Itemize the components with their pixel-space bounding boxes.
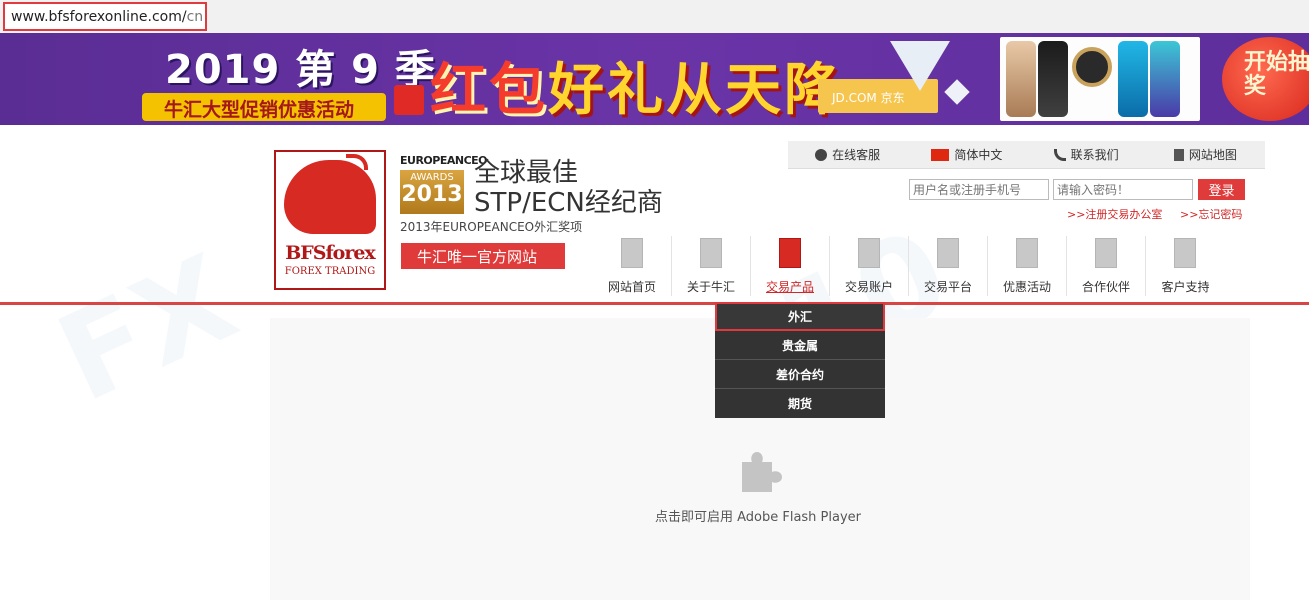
top-links-bar: 在线客服 简体中文 联系我们 网站地图 [788,141,1265,169]
password-input[interactable] [1053,179,1193,200]
nav-label: 交易账户 [844,280,893,294]
bull-icon [700,238,722,268]
dropdown-item-futures[interactable]: 期货 [715,389,885,418]
bull-icon [858,238,880,268]
diamond-icon [890,41,950,91]
logo-tagline: FOREX TRADING [284,266,376,277]
nav-label: 网站首页 [607,280,656,294]
china-flag-icon [931,148,950,161]
banner-subtitle: 牛汇大型促销优惠活动 [142,93,386,121]
address-bar: www.bfsforexonline.com/cn [0,0,1309,33]
bull-logo-icon [284,160,376,234]
bull-icon [779,238,801,268]
banner-headline-red: 红包 [430,58,548,123]
phone-black-icon [1038,41,1068,117]
dropdown-item-forex[interactable]: 外汇 [715,302,885,331]
register-link[interactable]: >>注册交易办公室 [1067,206,1162,222]
award-badge: AWARDS 2013 [400,170,464,214]
nav-label: 交易平台 [923,280,972,294]
forgot-password-link[interactable]: >>忘记密码 [1180,206,1242,222]
watch-icon [1072,47,1112,87]
phone-icon [1053,148,1066,161]
products-dropdown: 外汇 贵金属 差价合约 期货 [715,302,885,418]
login-button[interactable]: 登录 [1198,179,1245,200]
nav-label: 合作伙伴 [1081,280,1130,294]
nav-products[interactable]: 交易产品 [751,236,830,296]
nav-platform[interactable]: 交易平台 [909,236,988,296]
main-nav: 网站首页 关于牛汇 交易产品 交易账户 交易平台 优惠活动 合作伙伴 客户支持 [593,236,1225,296]
nav-home[interactable]: 网站首页 [593,236,672,296]
nav-label: 关于牛汇 [686,280,735,294]
watermark: FX [38,229,256,430]
nav-label: 优惠活动 [1002,280,1051,294]
header-divider [0,302,1309,305]
top-link-label: 在线客服 [832,148,881,162]
bfsforex-logo[interactable]: BFSforex FOREX TRADING [274,150,386,290]
phone-gold-icon [1006,41,1036,117]
red-envelope-icon [394,85,424,115]
nav-promotions[interactable]: 优惠活动 [988,236,1067,296]
top-link-label: 网站地图 [1188,148,1237,162]
sitemap-icon [1173,148,1184,161]
nav-label: 交易产品 [765,280,814,294]
language-link[interactable]: 简体中文 [907,141,1026,168]
prize-products [1000,37,1200,121]
logo-name: BFSforex [285,242,376,264]
nav-partners[interactable]: 合作伙伴 [1067,236,1146,296]
bull-icon [1174,238,1196,268]
bull-horn-icon [346,154,368,170]
dropdown-item-cfd[interactable]: 差价合约 [715,360,885,389]
banner-headline-rest: 好礼从天降 [548,58,843,123]
nav-support[interactable]: 客户支持 [1146,236,1225,296]
username-input[interactable] [909,179,1049,200]
start-lottery-button[interactable]: 开始抽奖 [1222,37,1309,121]
plugin-puzzle-icon[interactable] [738,450,784,492]
flash-enable-text[interactable]: 点击即可启用 Adobe Flash Player [648,506,868,525]
nav-label: 客户支持 [1161,280,1210,294]
award-year: 2013 [401,182,463,207]
phone-blue-icon [1118,41,1148,117]
top-link-label: 简体中文 [954,148,1003,162]
sitemap-link[interactable]: 网站地图 [1146,141,1265,168]
bull-icon [1016,238,1038,268]
nav-accounts[interactable]: 交易账户 [830,236,909,296]
bull-icon [1095,238,1117,268]
nav-about[interactable]: 关于牛汇 [672,236,751,296]
banner-headline: 红包好礼从天降 [430,45,843,125]
url-field[interactable]: www.bfsforexonline.com/cn [3,2,207,31]
bull-icon [621,238,643,268]
phone-aurora-icon [1150,41,1180,117]
bull-icon [937,238,959,268]
award-caption: 2013年EUROPEANCEO外汇奖项 [400,220,583,234]
url-path: cn [186,9,204,25]
slogan-line2: STP/ECN经纪商 [474,188,663,218]
promo-banner[interactable]: 2019 第 9 季 牛汇大型促销优惠活动 红包好礼从天降 JD.COM 京东 … [0,33,1309,125]
online-service-link[interactable]: 在线客服 [788,141,907,168]
dropdown-item-metals[interactable]: 贵金属 [715,331,885,360]
chat-icon [815,148,828,161]
official-site-badge[interactable]: 牛汇唯一官方网站 [401,243,565,269]
url-host: www.bfsforexonline.com/ [11,9,187,25]
top-link-label: 联系我们 [1070,148,1119,162]
contact-link[interactable]: 联系我们 [1027,141,1146,168]
